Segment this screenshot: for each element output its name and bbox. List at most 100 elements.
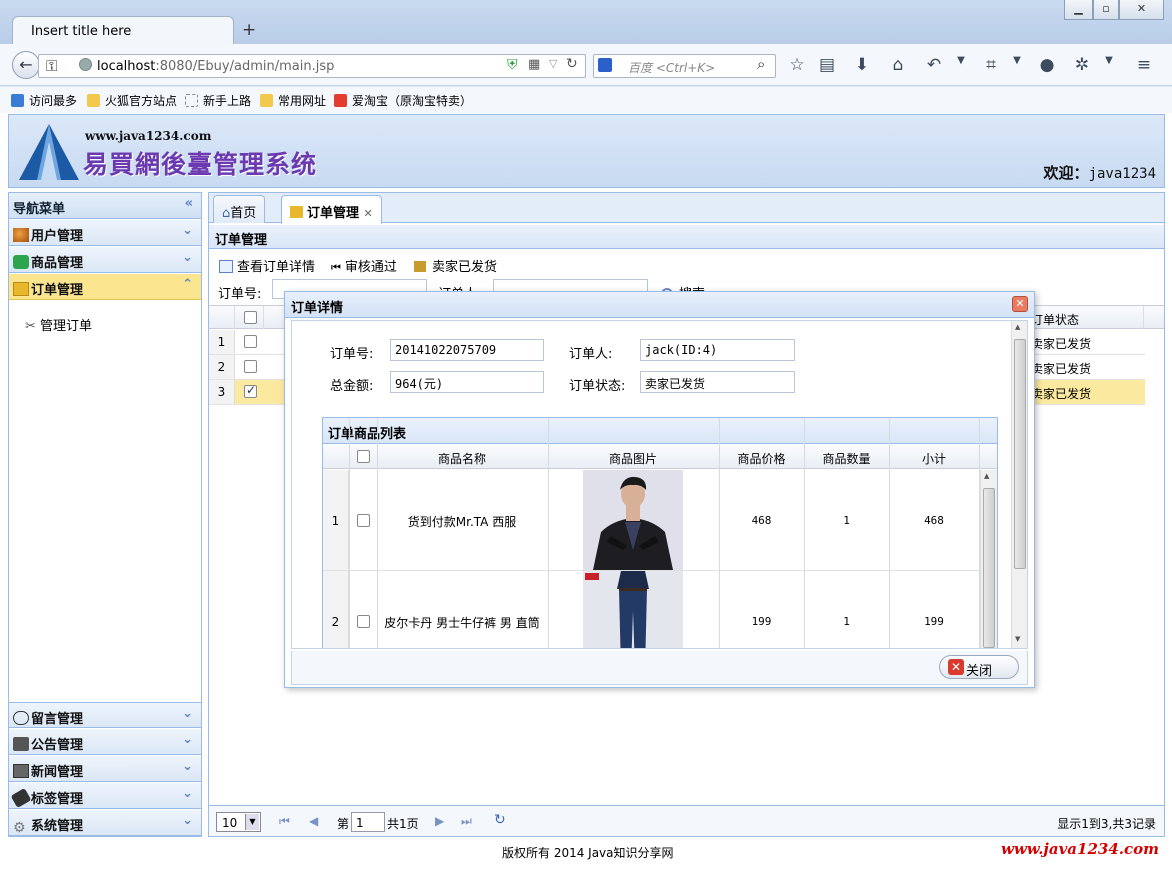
dropdown-icon[interactable]: ▽	[549, 57, 557, 70]
page-size-select[interactable]: 10 ▼	[216, 812, 261, 832]
bookmark-firefox-site[interactable]: 火狐官方站点	[87, 92, 177, 109]
qr-code-icon[interactable]: ▦	[528, 57, 540, 72]
crop-dropdown-icon[interactable]: ▼	[1006, 55, 1028, 66]
tab-order-management[interactable]: 订单管理 ✕	[281, 195, 382, 224]
select-all-checkbox[interactable]	[357, 450, 370, 463]
row-checkbox-checked[interactable]	[244, 383, 257, 398]
new-tab-button[interactable]: +	[242, 20, 256, 40]
dialog-scrollbar[interactable]: ▲ ▼	[1011, 321, 1027, 648]
tab-home[interactable]: ⌂首页	[213, 195, 266, 223]
approve-button[interactable]: ⏮ 审核通过	[331, 256, 397, 275]
search-icon[interactable]: ⌕	[757, 55, 765, 73]
approve-icon: ⏮	[331, 261, 341, 274]
bookmark-aitaobao[interactable]: 爱淘宝（原淘宝特卖）	[334, 92, 472, 109]
column-header-name[interactable]: 商品名称	[377, 450, 547, 467]
orderer-field[interactable]: jack(ID:4)	[640, 339, 795, 361]
table-row[interactable]: 2 皮尔卡丹 男士牛仔裤 男 直筒 199 1 199	[323, 571, 979, 648]
order-no-label: 订单号:	[218, 287, 262, 302]
total-field[interactable]: 964(元)	[390, 371, 544, 393]
scrollbar-thumb[interactable]	[983, 488, 995, 648]
product-quantity: 1	[843, 514, 850, 527]
row-checkbox[interactable]	[244, 360, 257, 373]
nav-subitem-manage-orders[interactable]: ✂ 管理订单	[25, 315, 92, 334]
table-row[interactable]: 1 货到付款Mr.TA 西服 468 1 468	[323, 470, 979, 571]
first-page-icon[interactable]: ⏮	[279, 814, 290, 829]
nav-item-system[interactable]: ⚙ 系统管理 ⌄	[9, 810, 201, 836]
row-checkbox[interactable]	[357, 615, 370, 628]
row-number: 2	[323, 571, 349, 648]
nav-item-users[interactable]: 用户管理 ⌄	[9, 220, 201, 246]
home-icon[interactable]: ⌂	[887, 55, 909, 75]
scroll-up-icon[interactable]: ▲	[1015, 323, 1020, 331]
baidu-icon[interactable]	[598, 58, 612, 72]
page-label-prefix: 第	[337, 817, 350, 831]
nav-item-tags[interactable]: 标签管理 ⌄	[9, 783, 201, 809]
row-checkbox[interactable]	[244, 335, 257, 348]
close-icon[interactable]: ✕	[1012, 296, 1028, 312]
browser-chrome: Insert title here + ▁ ▫ ✕ ← localhost:80…	[0, 0, 1172, 113]
view-order-details-button[interactable]: 查看订单详情	[219, 256, 315, 275]
reload-icon[interactable]: ↻	[566, 56, 578, 72]
notice-icon	[13, 737, 29, 751]
window-close-button[interactable]: ✕	[1119, 0, 1164, 20]
address-bar[interactable]: localhost:8080/Ebuy/admin/main.jsp	[38, 54, 586, 78]
download-icon[interactable]: ⬇	[851, 55, 873, 75]
close-button-label: 关闭	[966, 664, 993, 679]
prev-page-icon[interactable]: ◀	[309, 814, 318, 828]
minimize-button[interactable]: ▁	[1064, 0, 1093, 20]
browser-tab[interactable]: Insert title here	[12, 16, 234, 44]
nav-item-products[interactable]: 商品管理 ⌄	[9, 247, 201, 273]
footer-site-url[interactable]: www.java1234.com	[1001, 840, 1159, 858]
bookmark-label: 火狐官方站点	[105, 94, 178, 108]
status-column-header[interactable]: 订单状态	[1031, 311, 1079, 328]
scrollbar-thumb[interactable]	[1014, 339, 1026, 569]
undo-dropdown-icon[interactable]: ▼	[950, 55, 972, 66]
maximize-button[interactable]: ▫	[1093, 0, 1119, 20]
scroll-down-icon[interactable]: ▼	[1015, 635, 1020, 643]
select-all-checkbox[interactable]	[244, 311, 257, 324]
extension-icon[interactable]: ✲	[1071, 55, 1093, 75]
close-dialog-button[interactable]: ✕ 关闭	[939, 655, 1019, 679]
column-header-image[interactable]: 商品图片	[548, 450, 718, 467]
order-icon	[13, 282, 29, 296]
extension-dropdown-icon[interactable]: ▼	[1098, 55, 1120, 66]
search-placeholder: 百度 <Ctrl+K>	[628, 61, 716, 75]
menu-icon[interactable]: ≡	[1133, 55, 1155, 75]
reading-list-icon[interactable]: ▤	[816, 55, 838, 75]
next-page-icon[interactable]: ▶	[435, 814, 444, 828]
chat-icon[interactable]: ●	[1036, 55, 1058, 75]
column-header-quantity[interactable]: 商品数量	[804, 450, 889, 467]
search-input[interactable]: 百度 <Ctrl+K>	[593, 54, 776, 78]
collapse-left-icon[interactable]: «	[185, 196, 193, 211]
nav-item-notices[interactable]: 公告管理 ⌄	[9, 729, 201, 755]
products-scrollbar[interactable]: ▲	[980, 470, 997, 648]
close-tab-icon[interactable]: ✕	[364, 207, 373, 220]
bookmark-getting-started[interactable]: 新手上路	[185, 92, 251, 109]
site-url: www.java1234.com	[85, 129, 212, 143]
bookmark-most-visited[interactable]: 访问最多	[11, 92, 77, 109]
product-subtotal: 468	[924, 514, 944, 527]
nav-item-news[interactable]: 新闻管理 ⌄	[9, 756, 201, 782]
scroll-up-icon[interactable]: ▲	[984, 472, 989, 480]
order-status-field[interactable]: 卖家已发货	[640, 371, 795, 393]
key-icon[interactable]: ⚿	[46, 57, 57, 75]
column-header-subtotal[interactable]: 小计	[889, 450, 979, 467]
bookmark-common-sites[interactable]: 常用网址	[260, 92, 326, 109]
column-header-price[interactable]: 商品价格	[719, 450, 804, 467]
undo-icon[interactable]: ↶	[923, 55, 945, 75]
last-page-icon[interactable]: ⏭	[461, 814, 472, 829]
nav-item-orders[interactable]: 订单管理 ⌃	[9, 274, 201, 300]
order-no-field[interactable]: 20141022075709	[390, 339, 544, 361]
back-button[interactable]: ←	[12, 51, 40, 79]
seller-shipped-button[interactable]: 卖家已发货	[414, 256, 497, 275]
page-number-input[interactable]: 1	[351, 812, 385, 832]
refresh-icon[interactable]: ↻	[494, 812, 506, 828]
shield-icon[interactable]: ⛨	[507, 57, 518, 73]
row-checkbox[interactable]	[357, 514, 370, 527]
nav-item-messages[interactable]: 留言管理 ⌄	[9, 702, 201, 728]
chevron-down-icon: ⌄	[182, 223, 193, 238]
bookmark-star-icon[interactable]: ☆	[786, 55, 808, 75]
nav-item-label: 新闻管理	[31, 765, 84, 780]
crop-icon[interactable]: ⌗	[980, 55, 1002, 75]
nav-item-label: 订单管理	[31, 283, 84, 298]
